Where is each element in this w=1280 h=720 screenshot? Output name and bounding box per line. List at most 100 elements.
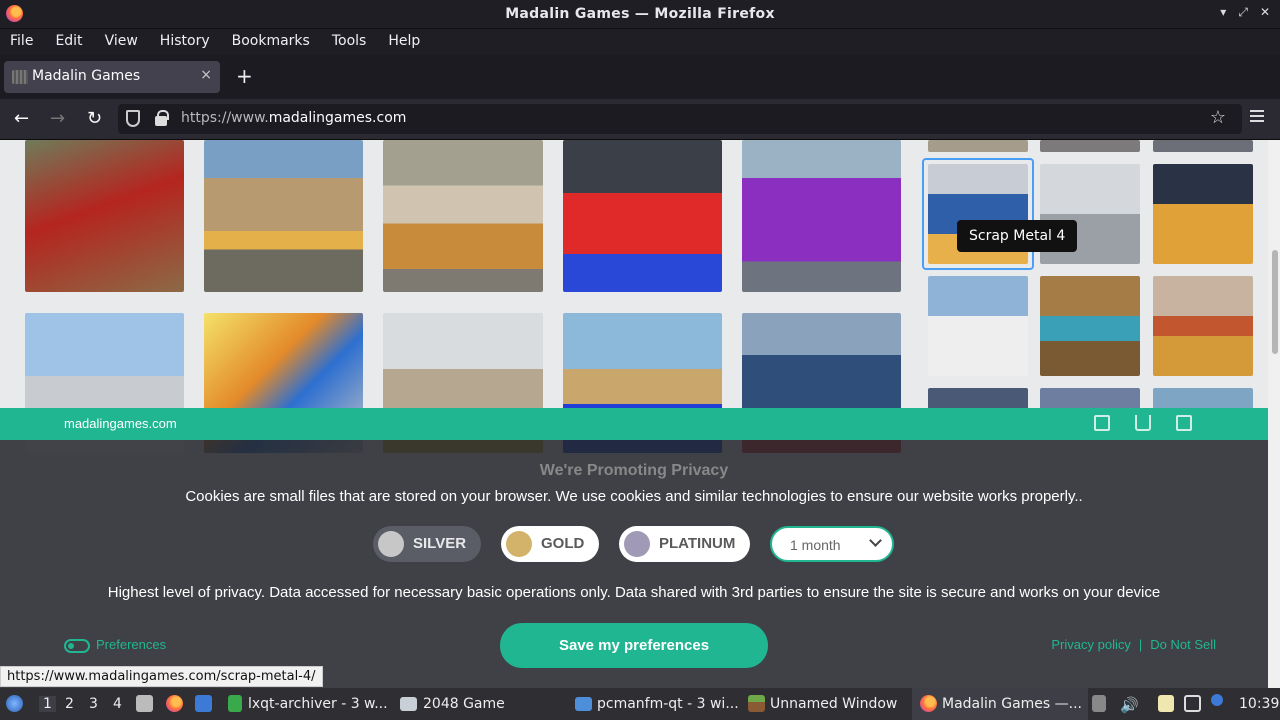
game-thumbnail[interactable] (742, 140, 901, 292)
archiver-icon (228, 695, 242, 712)
taskbar-item-pcmanfm[interactable]: pcmanfm-qt - 3 wi... (597, 696, 739, 712)
level-silver-label: SILVER (413, 535, 467, 552)
firefox-icon (920, 695, 937, 712)
fullscreen-icon[interactable] (1094, 415, 1110, 431)
workspace-4[interactable]: 4 (113, 696, 122, 712)
taskbar-item-archiver[interactable]: lxqt-archiver - 3 w... (248, 696, 388, 712)
game-thumbnail[interactable] (1153, 164, 1253, 264)
app-menu-icon[interactable] (1250, 110, 1264, 122)
tab-close-icon[interactable]: × (200, 67, 212, 83)
preferences-toggle[interactable]: Preferences (64, 637, 166, 653)
taskbar-item-firefox[interactable]: Madalin Games —... (942, 696, 1082, 712)
consent-heading: We're Promoting Privacy (539, 462, 729, 479)
bookmark-star-icon[interactable]: ☆ (1210, 107, 1226, 128)
tracking-protection-icon[interactable] (126, 110, 140, 127)
desktop-launcher-icon[interactable] (195, 695, 212, 712)
new-tab-button[interactable]: + (236, 64, 253, 88)
url-prefix: https://www. (181, 110, 269, 126)
silver-dot-icon (378, 531, 404, 557)
forward-button[interactable]: → (50, 108, 65, 129)
tab-label: Madalin Games (32, 68, 141, 84)
game-thumbnail[interactable] (1040, 140, 1140, 152)
clock[interactable]: 10:39 (1239, 696, 1279, 712)
game-thumbnail[interactable] (1040, 388, 1140, 410)
reload-button[interactable]: ↻ (87, 108, 102, 129)
menu-history[interactable]: History (160, 29, 210, 55)
consent-description: Cookies are small files that are stored … (185, 488, 1083, 505)
toggle-icon (64, 638, 90, 653)
duration-value: 1 month (790, 537, 841, 553)
maximize-button[interactable]: ⤢ (1238, 5, 1248, 20)
folder-icon (575, 697, 592, 711)
level-description: Highest level of privacy. Data accessed … (107, 584, 1161, 601)
url-bar[interactable]: https://www.madalingames.com ☆ (118, 104, 1242, 134)
duration-select[interactable]: 1 month (770, 526, 894, 562)
menu-tools[interactable]: Tools (332, 29, 367, 55)
chevron-down-icon (869, 534, 882, 547)
minimize-button[interactable]: ▾ (1220, 5, 1226, 20)
menu-bookmarks[interactable]: Bookmarks (232, 29, 310, 55)
level-gold-label: GOLD (541, 535, 585, 552)
taskbar-item-unnamed-window[interactable]: Unnamed Window (770, 696, 897, 712)
platinum-dot-icon (624, 531, 650, 557)
game-thumbnail[interactable] (1040, 276, 1140, 376)
consent-header-bar: madalingames.com (0, 408, 1268, 440)
back-button[interactable]: ← (14, 108, 29, 129)
consent-links: Privacy policy | Do Not Sell (1051, 637, 1216, 652)
preferences-label: Preferences (96, 637, 167, 652)
level-platinum-option[interactable]: PLATINUM (619, 526, 750, 562)
menu-help[interactable]: Help (388, 29, 420, 55)
game-thumbnail[interactable] (1153, 388, 1253, 410)
display-icon[interactable] (1184, 695, 1201, 712)
close-button[interactable]: ✕ (1260, 5, 1270, 20)
volume-icon[interactable]: 🔊 (1120, 696, 1139, 714)
window-icon (400, 697, 417, 711)
gold-dot-icon (506, 531, 532, 557)
consent-site-name: madalingames.com (64, 416, 177, 431)
menu-view[interactable]: View (105, 29, 138, 55)
game-thumbnail[interactable] (928, 388, 1028, 410)
tray-icon[interactable] (1092, 695, 1106, 712)
site-favicon-icon (12, 70, 28, 84)
tab-madalin-games[interactable]: Madalin Games × (4, 61, 220, 93)
page-scrollbar[interactable] (1268, 140, 1280, 688)
game-thumbnail[interactable] (928, 140, 1028, 152)
minecraft-icon (748, 695, 765, 712)
workspace-1[interactable]: 1 (39, 696, 56, 712)
file-manager-launcher-icon[interactable] (136, 695, 153, 712)
game-thumbnail[interactable] (383, 140, 543, 292)
menu-file[interactable]: File (10, 29, 33, 55)
tab-strip: Madalin Games × + (0, 55, 1280, 99)
workspace-2[interactable]: 2 (65, 696, 74, 712)
save-preferences-button[interactable]: Save my preferences (500, 623, 768, 668)
do-not-sell-link[interactable]: Do Not Sell (1150, 637, 1216, 652)
print-icon[interactable] (1176, 415, 1192, 431)
download-icon[interactable] (1135, 415, 1151, 431)
scrollbar-thumb[interactable] (1272, 250, 1278, 354)
game-thumbnail[interactable] (1153, 276, 1253, 376)
level-silver-option[interactable]: SILVER (373, 526, 481, 562)
start-menu-icon[interactable] (6, 695, 23, 712)
clipboard-icon[interactable] (1158, 695, 1174, 712)
thumbnail-tooltip: Scrap Metal 4 (957, 220, 1078, 252)
lock-icon[interactable] (155, 110, 169, 126)
navigation-toolbar: ← → ↻ https://www.madalingames.com ☆ (0, 99, 1280, 140)
game-thumbnail[interactable] (204, 140, 363, 292)
privacy-policy-link[interactable]: Privacy policy (1051, 637, 1130, 652)
firefox-launcher-icon[interactable] (166, 695, 183, 712)
game-thumbnail[interactable] (1153, 140, 1253, 152)
link-separator: | (1138, 637, 1143, 652)
game-thumbnail[interactable] (563, 140, 722, 292)
level-gold-option[interactable]: GOLD (501, 526, 599, 562)
hovered-thumbnail-outline (922, 158, 1034, 270)
notification-icon[interactable] (1211, 694, 1223, 706)
game-thumbnail[interactable] (928, 276, 1028, 376)
workspace-3[interactable]: 3 (89, 696, 98, 712)
menu-edit[interactable]: Edit (55, 29, 82, 55)
game-thumbnail[interactable] (25, 140, 184, 292)
taskbar: 1 2 3 4 lxqt-archiver - 3 w... 2048 Game… (0, 688, 1280, 720)
taskbar-item-2048[interactable]: 2048 Game (423, 696, 505, 712)
window-title: Madalin Games — Mozilla Firefox (505, 6, 775, 22)
window-titlebar: Madalin Games — Mozilla Firefox ▾ ⤢ ✕ (0, 0, 1280, 29)
url-text[interactable]: https://www.madalingames.com (181, 110, 406, 126)
